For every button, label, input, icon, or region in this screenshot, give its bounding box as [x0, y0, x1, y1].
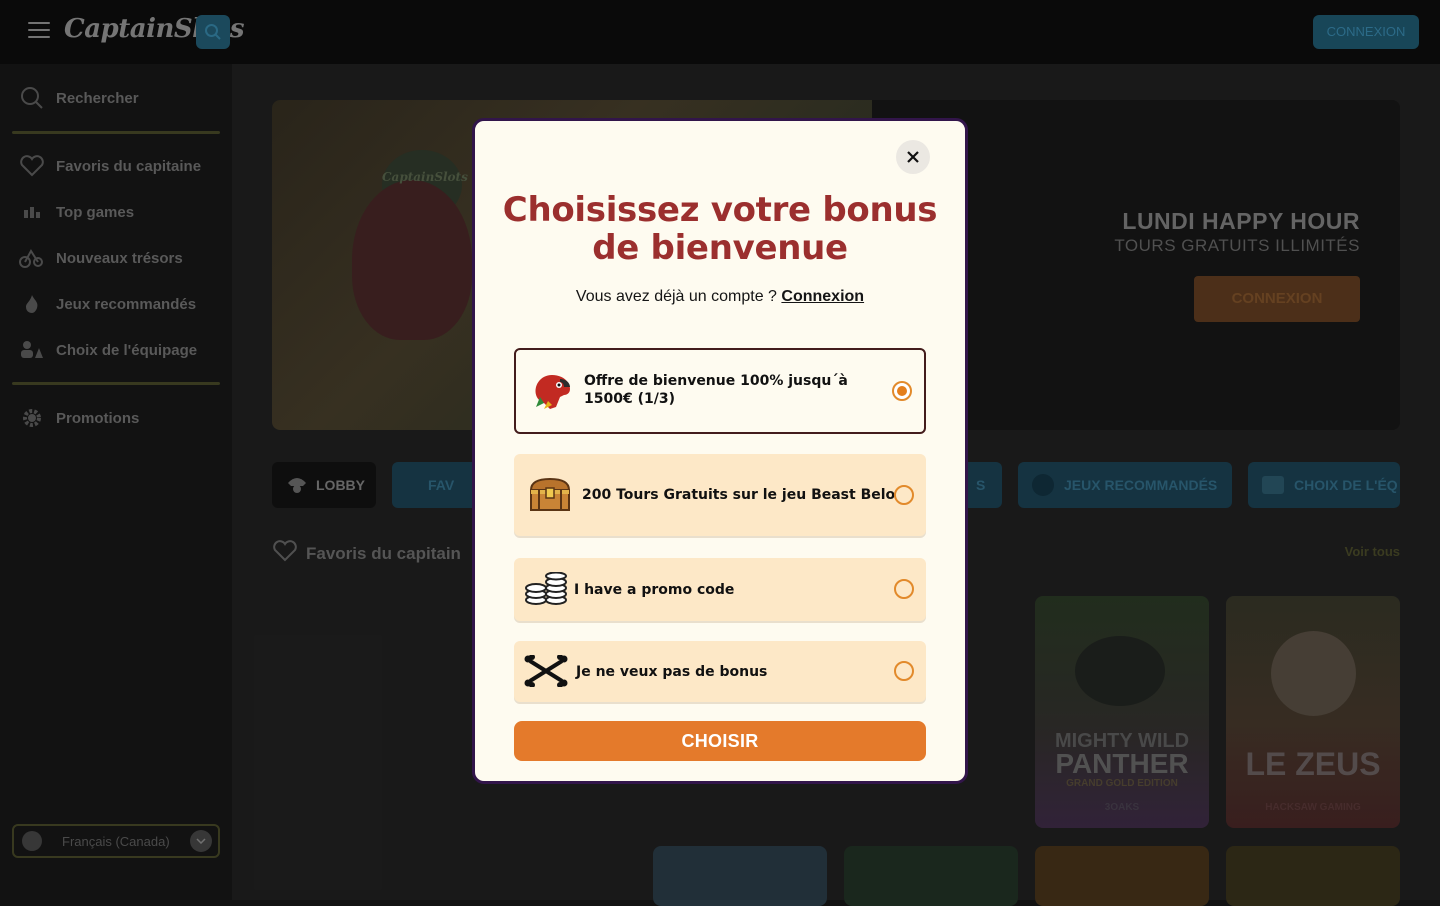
crossbones-icon	[522, 649, 570, 693]
bonus-option-welcome[interactable]: Offre de bienvenue 100% jusqu´à 1500€ (1…	[514, 348, 926, 434]
bonus-option-free-spins[interactable]: 200 Tours Gratuits sur le jeu Beast Belo…	[514, 454, 926, 536]
option-radio[interactable]	[894, 661, 914, 681]
parrot-icon	[528, 369, 576, 413]
welcome-bonus-modal: Choisissez votre bonus de bienvenue Vous…	[472, 118, 968, 784]
option-radio[interactable]	[892, 381, 912, 401]
modal-title: Choisissez votre bonus de bienvenue	[502, 190, 938, 268]
bonus-option-no-bonus[interactable]: Je ne veux pas de bonus	[514, 641, 926, 702]
option-label: I have a promo code	[574, 582, 735, 598]
coins-icon	[522, 567, 570, 611]
option-radio[interactable]	[894, 485, 914, 505]
option-label: Offre de bienvenue 100% jusqu´à 1500€ (1…	[584, 373, 848, 407]
treasure-chest-icon	[526, 473, 574, 517]
bonus-option-promo-code[interactable]: I have a promo code	[514, 558, 926, 621]
option-label: 200 Tours Gratuits sur le jeu Beast Belo…	[582, 487, 909, 503]
subtitle-text: Vous avez déjà un compte ?	[575, 288, 777, 305]
login-link[interactable]: Connexion	[781, 288, 864, 305]
modal-subtitle: Vous avez déjà un compte ? Connexion	[495, 288, 945, 306]
choose-button[interactable]: CHOISIR	[514, 721, 926, 761]
close-icon	[907, 151, 919, 163]
option-label: Je ne veux pas de bonus	[576, 664, 768, 680]
option-radio[interactable]	[894, 579, 914, 599]
close-button[interactable]	[896, 140, 930, 174]
